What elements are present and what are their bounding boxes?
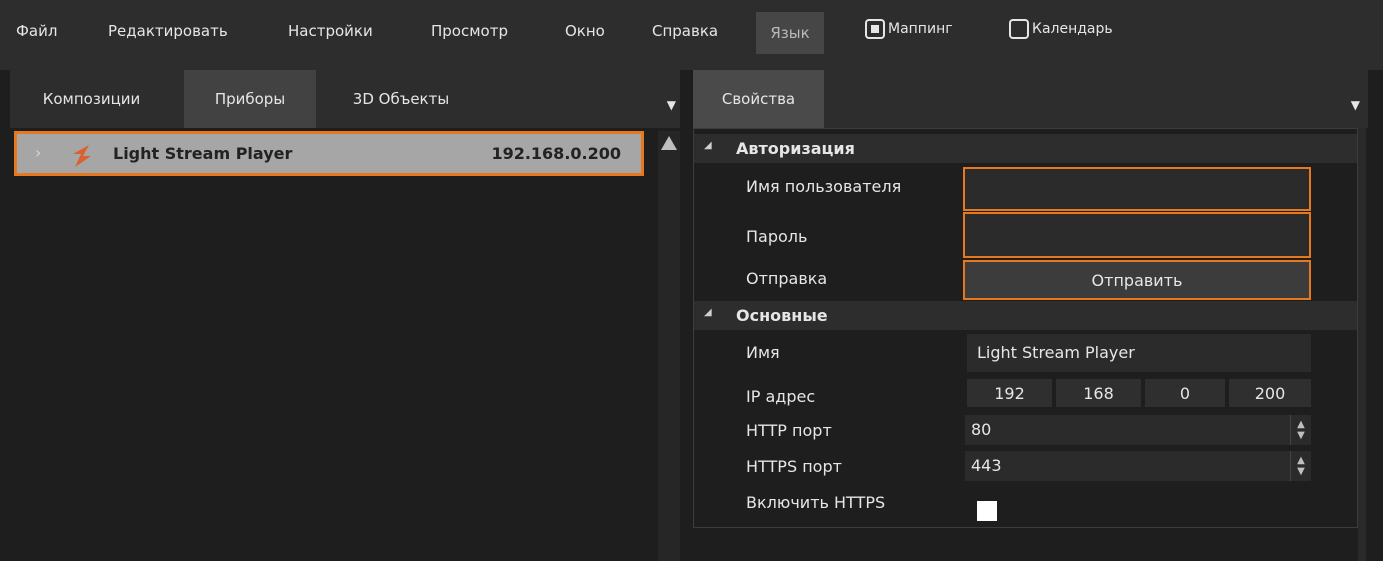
menu-edit[interactable]: Редактировать	[108, 22, 228, 40]
menu-help[interactable]: Справка	[652, 22, 718, 40]
calendar-label: Календарь	[1032, 21, 1113, 37]
tab-compositions-label: Композиции	[42, 90, 141, 108]
right-tabstrip: Свойства ▼	[693, 70, 1368, 128]
chevron-right-icon[interactable]: ›	[35, 143, 41, 162]
send-button-label: Отправить	[1091, 270, 1183, 290]
mapping-label: Маппинг	[888, 21, 953, 37]
spinner-icon[interactable]: ▲ ▼	[1290, 415, 1311, 445]
calendar-checkbox[interactable]	[1009, 19, 1029, 39]
http-port-value: 80	[971, 420, 992, 439]
tab-3d-objects-label: 3D Объекты	[352, 90, 450, 108]
panel-menu-icon[interactable]: ▼	[667, 98, 676, 112]
menu-view[interactable]: Просмотр	[431, 22, 508, 40]
scroll-up-icon[interactable]	[661, 136, 677, 150]
send-button[interactable]: Отправить	[963, 260, 1311, 300]
spinner-icon[interactable]: ▲ ▼	[1290, 451, 1311, 481]
category-main-title: Основные	[736, 306, 828, 325]
property-grid: ◢ Авторизация Имя пользователя Пароль От…	[693, 128, 1358, 528]
category-main[interactable]: ◢ Основные	[694, 301, 1357, 330]
ip-octet-2[interactable]: 168	[1056, 379, 1141, 407]
tab-properties[interactable]: Свойства	[693, 70, 824, 128]
username-field[interactable]	[963, 167, 1311, 211]
https-port-value: 443	[971, 456, 1002, 475]
https-port-label: HTTPS порт	[746, 457, 842, 476]
left-panel: Композиции Приборы 3D Объекты ▼ › Light …	[10, 70, 680, 561]
checkbox-check-icon	[871, 25, 879, 33]
tab-3d-objects[interactable]: 3D Объекты	[326, 70, 476, 128]
tab-properties-label: Свойства	[721, 90, 796, 108]
panel-menu-icon[interactable]: ▼	[1351, 98, 1360, 112]
ip-label: IP адрес	[746, 387, 816, 406]
password-field[interactable]	[963, 212, 1311, 258]
right-scrollbar[interactable]	[1358, 128, 1366, 561]
ip-octet-3[interactable]: 0	[1145, 379, 1225, 407]
enable-https-checkbox[interactable]	[977, 501, 997, 521]
collapse-icon[interactable]: ◢	[704, 140, 712, 151]
category-auth-title: Авторизация	[736, 139, 855, 158]
menu-settings[interactable]: Настройки	[288, 22, 373, 40]
http-port-field[interactable]: 80 ▲ ▼	[965, 415, 1311, 445]
ip-octet-1[interactable]: 192	[967, 379, 1052, 407]
device-row[interactable]: › Light Stream Player 192.168.0.200	[14, 131, 644, 176]
device-name: Light Stream Player	[113, 144, 293, 163]
name-field[interactable]: Light Stream Player	[967, 334, 1311, 372]
http-port-label: HTTP порт	[746, 421, 832, 440]
tab-devices[interactable]: Приборы	[184, 70, 316, 128]
enable-https-label: Включить HTTPS	[746, 493, 886, 512]
tab-compositions[interactable]: Композиции	[24, 70, 159, 128]
left-tabstrip: Композиции Приборы 3D Объекты ▼	[10, 70, 680, 128]
ip-octet-4[interactable]: 200	[1229, 379, 1311, 407]
menu-file[interactable]: Файл	[16, 22, 57, 40]
lightning-icon	[73, 145, 91, 167]
https-port-field[interactable]: 443 ▲ ▼	[965, 451, 1311, 481]
tab-devices-label: Приборы	[214, 90, 286, 108]
mapping-checkbox[interactable]	[865, 19, 885, 39]
right-panel: Свойства ▼ ◢ Авторизация Имя пользовател…	[693, 70, 1383, 561]
menu-language[interactable]: Язык	[756, 12, 824, 54]
name-label: Имя	[746, 343, 780, 362]
left-scrollbar[interactable]	[658, 131, 680, 561]
username-label: Имя пользователя	[746, 177, 902, 196]
category-auth[interactable]: ◢ Авторизация	[694, 134, 1357, 163]
password-label: Пароль	[746, 227, 808, 246]
menu-bar: Файл Редактировать Настройки Просмотр Ок…	[0, 0, 1383, 70]
device-ip: 192.168.0.200	[491, 144, 621, 163]
send-label: Отправка	[746, 269, 828, 288]
collapse-icon[interactable]: ◢	[704, 307, 712, 318]
menu-window[interactable]: Окно	[565, 22, 605, 40]
menu-language-label: Язык	[770, 24, 810, 42]
